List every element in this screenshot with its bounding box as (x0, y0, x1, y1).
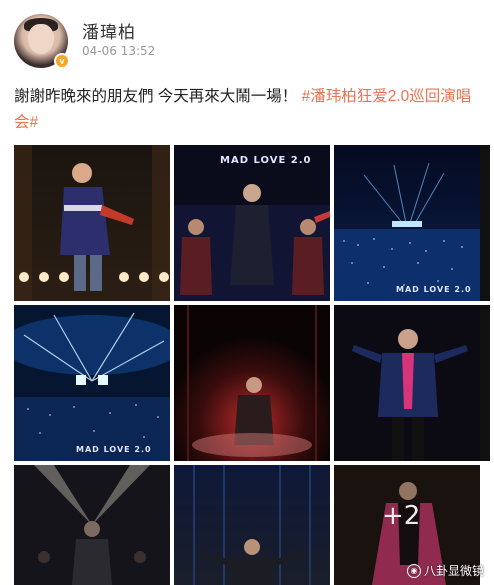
photo-2-caption: MAD LOVE 2.0 (220, 155, 312, 166)
photo-5-image (174, 305, 330, 461)
photo-8[interactable] (174, 465, 330, 585)
photo-8-image (174, 465, 330, 585)
photo-2-image (174, 145, 330, 301)
post-text: 謝謝昨晚來的朋友們 今天再來大鬧一場！ #潘玮柏狂爱2.0巡回演唱会# (14, 84, 480, 136)
weibo-post: v 潘瑋柏 04-06 13:52 謝謝昨晚來的朋友們 今天再來大鬧一場！ #潘… (0, 0, 494, 585)
photo-1[interactable] (14, 145, 170, 301)
post-header: v 潘瑋柏 04-06 13:52 (14, 14, 474, 70)
photo-3[interactable]: MAD LOVE 2.0 (334, 145, 490, 301)
photo-grid: MAD LOVE 2.0 MAD LOVE 2.0 MAD LOVE 2.0 +… (14, 145, 490, 585)
photo-3-caption: MAD LOVE 2.0 (396, 285, 472, 294)
photo-4-caption: MAD LOVE 2.0 (76, 445, 152, 454)
photo-6[interactable] (334, 305, 490, 461)
eye-icon: ◉ (406, 563, 421, 578)
photo-7-image (14, 465, 170, 585)
photo-4-image (14, 305, 170, 461)
photo-6-image (334, 305, 480, 461)
photo-3-image (334, 145, 480, 301)
watermark: ◉ 八卦显微镜 (406, 562, 484, 579)
username[interactable]: 潘瑋柏 (82, 18, 136, 43)
verified-badge-icon: v (54, 53, 70, 69)
watermark-text: 八卦显微镜 (423, 564, 484, 578)
photo-2[interactable]: MAD LOVE 2.0 (174, 145, 330, 301)
photo-5[interactable] (174, 305, 330, 461)
photo-1-image (14, 145, 170, 301)
timestamp[interactable]: 04-06 13:52 (82, 44, 155, 58)
more-photos-count: +2 (382, 501, 421, 531)
avatar-face (28, 24, 54, 54)
photo-7[interactable] (14, 465, 170, 585)
post-body: 謝謝昨晚來的朋友們 今天再來大鬧一場！ (14, 88, 298, 105)
photo-4[interactable]: MAD LOVE 2.0 (14, 305, 170, 461)
